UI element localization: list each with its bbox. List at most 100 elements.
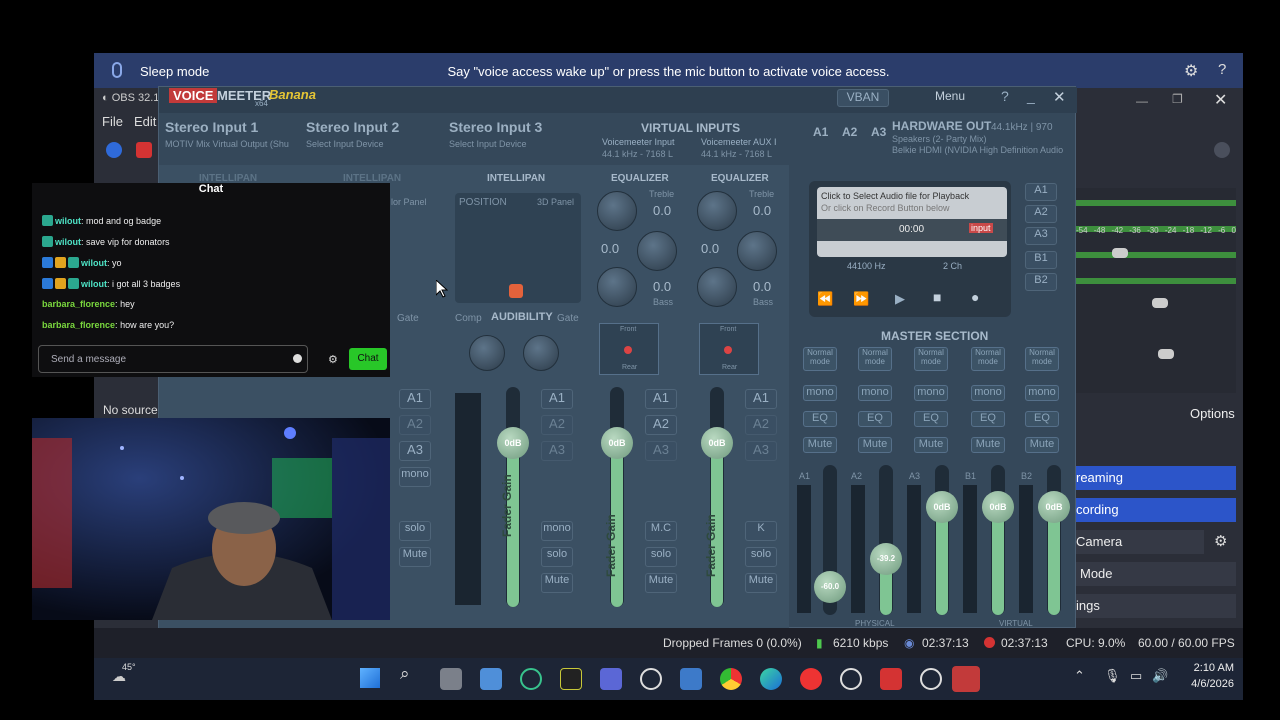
bus-a2-button[interactable]: A2 [645, 415, 677, 435]
start-streaming-button[interactable]: reaming [1076, 466, 1236, 490]
minimize-icon[interactable]: _ [1027, 88, 1035, 104]
settings-icon[interactable] [1214, 142, 1230, 158]
studio-mode-button[interactable]: Mode [1076, 562, 1236, 586]
normal-mode-button[interactable]: Normal mode [971, 347, 1005, 371]
chat-user[interactable]: barbara_florence [42, 320, 115, 330]
surround-pad-1[interactable]: Front Rear [599, 323, 659, 375]
menu-file[interactable]: File [102, 114, 123, 129]
weather-temp[interactable]: 45° [122, 662, 136, 672]
master-fader-knob[interactable]: -39.2 [870, 543, 902, 575]
bus-a2-button[interactable]: A2 [1025, 205, 1057, 223]
play-icon[interactable]: ▶ [895, 291, 905, 307]
chevron-up-icon[interactable]: ⌃ [1074, 668, 1085, 684]
mc-button[interactable]: M.C [645, 521, 677, 541]
mute-button[interactable]: Mute [645, 573, 677, 593]
bus-b2-button[interactable]: B2 [1025, 273, 1057, 291]
mono-button[interactable]: mono [541, 521, 573, 541]
comp-knob[interactable] [469, 335, 505, 371]
app-icon[interactable] [880, 668, 902, 690]
gate-knob[interactable] [523, 335, 559, 371]
fader-knob[interactable]: 0dB [601, 427, 633, 459]
help-icon[interactable]: ? [1218, 61, 1226, 78]
hardware-out-line1[interactable]: Speakers (2- Party Mix) [892, 134, 987, 144]
mono-button[interactable]: mono [803, 385, 837, 401]
bass-knob[interactable] [597, 267, 637, 307]
close-icon[interactable]: ✕ [1053, 88, 1066, 106]
master-fader-knob[interactable]: -60.0 [814, 571, 846, 603]
surround-pad-2[interactable]: Front Rear [699, 323, 759, 375]
mute-button[interactable]: Mute [914, 437, 948, 453]
stop-icon[interactable]: ■ [933, 289, 941, 305]
vban-button[interactable]: VBAN [837, 89, 889, 107]
fader-knob[interactable]: 0dB [701, 427, 733, 459]
solo-button[interactable]: solo [399, 521, 431, 541]
pan-position-handle[interactable] [509, 284, 523, 298]
bus-a2[interactable]: A2 [842, 125, 857, 139]
normal-mode-button[interactable]: Normal mode [858, 347, 892, 371]
eq-button[interactable]: EQ [803, 411, 837, 427]
app-icon[interactable] [600, 668, 622, 690]
record-icon[interactable] [106, 142, 122, 158]
mute-button[interactable]: Mute [541, 573, 573, 593]
youtube-icon[interactable] [800, 668, 822, 690]
help-icon[interactable]: ? [1001, 88, 1009, 104]
volume-icon[interactable]: 🔊 [1152, 668, 1168, 684]
menu-button[interactable]: Menu [935, 89, 965, 103]
bus-a1-button[interactable]: A1 [399, 389, 431, 409]
restore-icon[interactable]: ❐ [1172, 92, 1183, 106]
network-icon[interactable]: ▭ [1130, 668, 1142, 684]
bus-a1-button[interactable]: A1 [745, 389, 777, 409]
microphone-icon[interactable]: 🎙 [1104, 668, 1121, 684]
bus-a3-button[interactable]: A3 [541, 441, 573, 461]
menu-edit[interactable]: Edit [134, 114, 156, 129]
input3-title[interactable]: Stereo Input 3 [449, 119, 542, 135]
chatgpt-icon[interactable] [640, 668, 662, 690]
record-icon[interactable]: ● [971, 289, 979, 305]
eq-button[interactable]: EQ [858, 411, 892, 427]
mono-button[interactable]: mono [914, 385, 948, 401]
clock-time[interactable]: 2:10 AM [1184, 662, 1234, 674]
cassette-input[interactable]: input [969, 223, 993, 233]
clock-date[interactable]: 4/6/2026 [1176, 678, 1234, 690]
normal-mode-button[interactable]: Normal mode [803, 347, 837, 371]
bus-a2-button[interactable]: A2 [745, 415, 777, 435]
mute-button[interactable]: Mute [803, 437, 837, 453]
app-icon[interactable] [920, 668, 942, 690]
surround-handle[interactable] [624, 346, 632, 354]
mute-button[interactable]: Mute [1025, 437, 1059, 453]
fader-knob[interactable]: 0dB [497, 427, 529, 459]
bus-a1-button[interactable]: A1 [541, 389, 573, 409]
input2-title[interactable]: Stereo Input 2 [306, 119, 399, 135]
gear-icon[interactable]: ⚙ [328, 353, 338, 366]
eq-button[interactable]: EQ [971, 411, 1005, 427]
chat-user[interactable]: wilout [55, 237, 81, 247]
start-recording-button[interactable]: cording [1076, 498, 1236, 522]
stop-icon[interactable] [136, 142, 152, 158]
audio-app-icon[interactable] [560, 668, 582, 690]
normal-mode-button[interactable]: Normal mode [914, 347, 948, 371]
solo-button[interactable]: solo [541, 547, 573, 567]
volume-slider[interactable] [1152, 298, 1168, 308]
virtual-camera-button[interactable]: Camera [1076, 530, 1204, 554]
chat-send-button[interactable]: Chat [349, 348, 387, 370]
chat-user[interactable]: wilout [55, 216, 81, 226]
voicemeeter-icon[interactable] [952, 666, 980, 692]
mute-button[interactable]: Mute [399, 547, 431, 567]
mono-button[interactable]: mono [971, 385, 1005, 401]
bus-a2-button[interactable]: A2 [399, 415, 431, 435]
hardware-out-line2[interactable]: Belkie HDMI (NVIDIA High Definition Audi… [892, 145, 1063, 155]
k-button[interactable]: K [745, 521, 777, 541]
task-view-icon[interactable] [440, 668, 462, 690]
minimize-icon[interactable]: — [1136, 94, 1148, 108]
bus-a3-button[interactable]: A3 [745, 441, 777, 461]
mute-button[interactable]: Mute [745, 573, 777, 593]
edge-icon[interactable] [760, 668, 782, 690]
obs-icon[interactable] [840, 668, 862, 690]
emote-icon[interactable] [293, 354, 302, 363]
solo-button[interactable]: solo [645, 547, 677, 567]
cassette-display[interactable]: Click to Select Audio file for Playback … [817, 187, 1007, 257]
chat-input[interactable]: Send a message [38, 345, 308, 373]
gear-icon[interactable]: ⚙ [1184, 61, 1198, 81]
bus-a3-button[interactable]: A3 [1025, 227, 1057, 245]
input2-device[interactable]: Select Input Device [306, 139, 384, 149]
